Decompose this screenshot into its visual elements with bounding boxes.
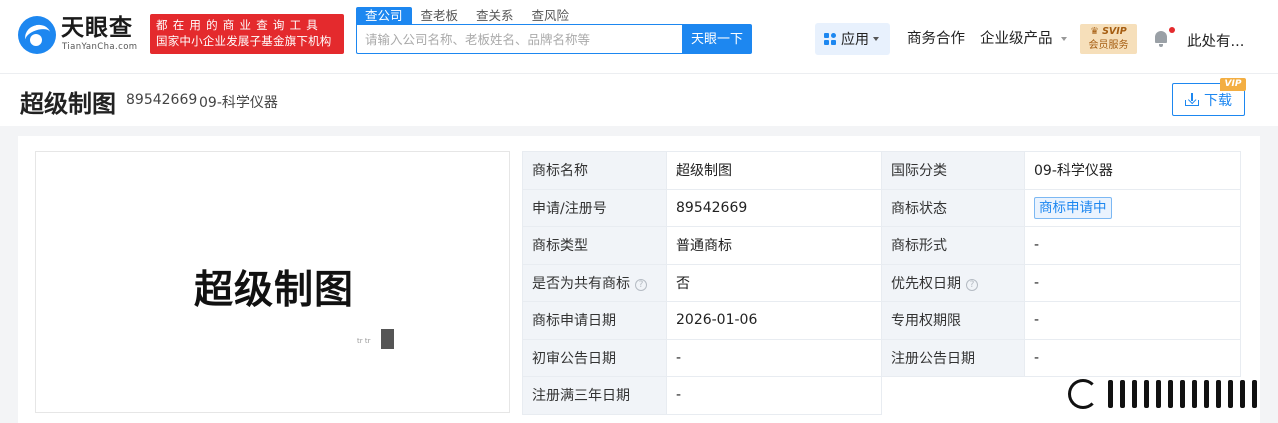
value-trademark-type: 普通商标 [666, 226, 882, 265]
trademark-title-bar: 超级制图 89542669 09-科学仪器 下载 [0, 74, 1278, 126]
label-priority-date: 优先权日期? [881, 263, 1025, 302]
top-header: 天眼查 TianYanCha.com 都在用的商业查询工具 国家中小企业发展子基… [0, 0, 1278, 74]
table-row: 商标申请日期 2026-01-06 专用权期限 - [522, 301, 1241, 340]
chevron-down-icon [1061, 37, 1068, 41]
status-badge: 商标申请中 [1034, 196, 1112, 219]
value-exclusive-period: - [1024, 301, 1241, 340]
value-registration-announce-date: - [1024, 338, 1241, 377]
bell-icon[interactable] [1154, 31, 1168, 47]
label-trademark-name: 商标名称 [522, 151, 667, 190]
help-icon[interactable]: ? [635, 278, 647, 291]
value-three-year-date: - [666, 376, 882, 415]
nav-business-cooperation[interactable]: 商务合作 [907, 30, 965, 48]
label-reg-number: 申请/注册号 [522, 188, 667, 227]
search-input[interactable] [357, 25, 682, 53]
label-shared-trademark-text: 是否为共有商标 [532, 275, 630, 292]
nav-enterprise-products[interactable]: 企业级产品 [980, 30, 1068, 48]
user-menu[interactable]: 此处有... [1187, 30, 1244, 51]
logo-domain: TianYanCha.com [62, 42, 138, 52]
svip-title-text: SVIP [1102, 26, 1127, 37]
table-row: 商标类型 普通商标 商标形式 - [522, 226, 1241, 265]
value-preliminary-date: - [666, 338, 882, 377]
value-shared-trademark: 否 [666, 263, 882, 302]
crown-icon: ♛ [1090, 26, 1099, 37]
search-button[interactable]: 天眼一下 [682, 24, 752, 54]
table-row: 初审公告日期 - 注册公告日期 - [522, 338, 1241, 377]
notification-dot [1169, 27, 1175, 33]
tab-search-company[interactable]: 查公司 [356, 7, 412, 24]
label-three-year-date: 注册满三年日期 [522, 376, 667, 415]
value-application-date: 2026-01-06 [666, 301, 882, 340]
logo-eye-icon [18, 16, 56, 54]
label-application-date: 商标申请日期 [522, 301, 667, 340]
tab-search-boss[interactable]: 查老板 [412, 7, 468, 24]
svip-subtitle: 会员服务 [1088, 40, 1129, 51]
slogan-line-1: 都在用的商业查询工具 [156, 18, 323, 32]
value-reg-number: 89542669 [666, 188, 882, 227]
vip-badge: VIP [1220, 78, 1246, 91]
download-icon [1185, 93, 1199, 106]
international-class: 09-科学仪器 [199, 95, 278, 111]
search-box [356, 24, 682, 54]
nav-app-label: 应用 [841, 32, 869, 48]
logo-text: 天眼查 [61, 15, 133, 41]
label-trademark-status: 商标状态 [881, 188, 1025, 227]
label-priority-date-text: 优先权日期 [891, 275, 961, 292]
svip-member-button[interactable]: ♛ SVIP 会员服务 [1080, 24, 1137, 54]
watermark-logo [1068, 376, 1273, 412]
value-priority-date: - [1024, 263, 1241, 302]
table-row: 是否为共有商标? 否 优先权日期? - [522, 263, 1241, 302]
chevron-down-icon [873, 37, 879, 41]
value-trademark-status: 商标申请中 [1024, 188, 1241, 227]
table-row: 申请/注册号 89542669 商标状态 商标申请中 [522, 188, 1241, 227]
tab-search-risk[interactable]: 查风险 [523, 7, 579, 24]
download-label: 下载 [1204, 91, 1232, 108]
slogan-line-2: 国家中小企业发展子基金旗下机构 [156, 34, 332, 48]
slogan-banner: 都在用的商业查询工具 国家中小企业发展子基金旗下机构 [150, 14, 344, 54]
value-trademark-name: 超级制图 [666, 151, 882, 190]
help-icon[interactable]: ? [966, 278, 978, 291]
page-title: 超级制图 [20, 90, 116, 118]
label-exclusive-period: 专用权期限 [881, 301, 1025, 340]
tianyancha-logo[interactable]: 天眼查 TianYanCha.com [18, 14, 144, 56]
label-trademark-form: 商标形式 [881, 226, 1025, 265]
label-shared-trademark: 是否为共有商标? [522, 263, 667, 302]
trademark-image[interactable]: 超级制图 tr tr [35, 151, 510, 413]
value-trademark-form: - [1024, 226, 1241, 265]
registration-number: 89542669 [126, 92, 198, 108]
nav-enterprise-label: 企业级产品 [980, 31, 1053, 47]
label-preliminary-date: 初审公告日期 [522, 338, 667, 377]
label-registration-announce-date: 注册公告日期 [881, 338, 1025, 377]
trademark-image-text: 超级制图 [194, 268, 355, 313]
table-row: 商标名称 超级制图 国际分类 09-科学仪器 [522, 151, 1241, 190]
trademark-image-block [381, 329, 394, 349]
label-intl-class: 国际分类 [881, 151, 1025, 190]
svip-title: ♛ SVIP [1080, 25, 1137, 39]
app-grid-icon [824, 33, 836, 45]
search-tabs: 查公司 查老板 查关系 查风险 [356, 7, 578, 24]
value-intl-class: 09-科学仪器 [1024, 151, 1241, 190]
trademark-image-small-text: tr tr [357, 337, 371, 345]
tab-search-relation[interactable]: 查关系 [467, 7, 523, 24]
trademark-info-table: 商标名称 超级制图 国际分类 09-科学仪器 申请/注册号 89542669 商… [522, 151, 1241, 415]
nav-app-menu[interactable]: 应用 [815, 23, 890, 55]
label-trademark-type: 商标类型 [522, 226, 667, 265]
